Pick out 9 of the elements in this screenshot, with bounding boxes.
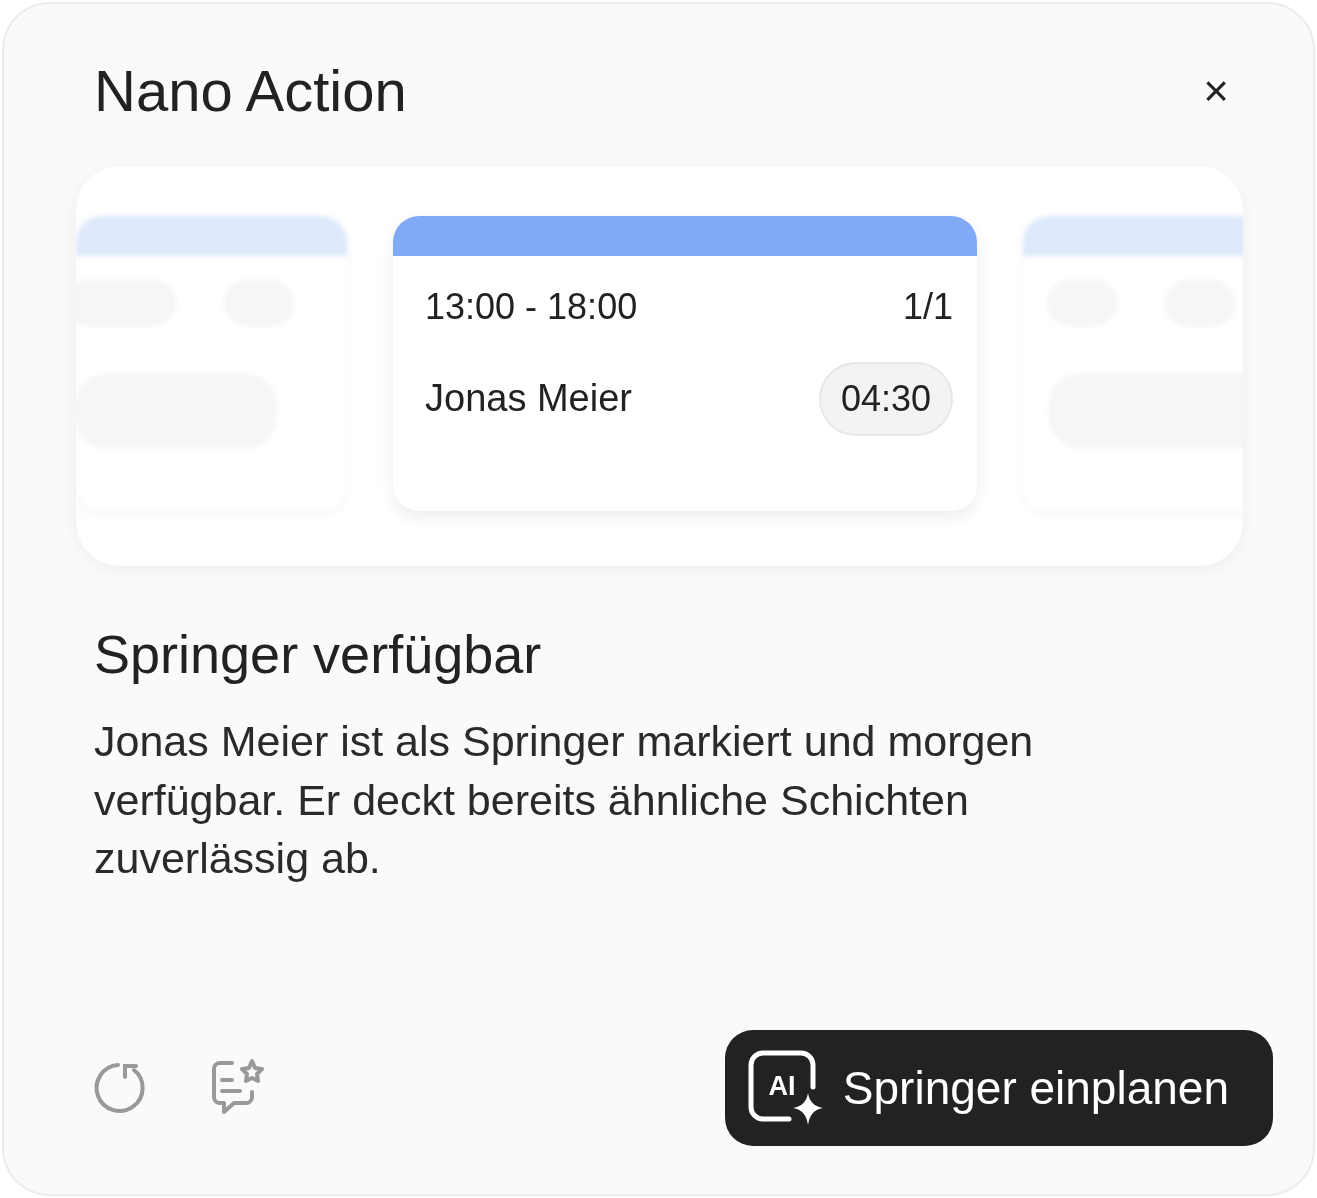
shift-time: 13:00 - 18:00: [425, 284, 638, 329]
shift-count: 1/1: [902, 284, 953, 329]
schedule-button[interactable]: AI Springer einplanen: [724, 1030, 1273, 1146]
description-text: Jonas Meier ist als Springer markiert und morgen verfügbar. Er deckt bereits ähnliche Schichten zuverlässig ab.: [94, 716, 1035, 885]
close-button[interactable]: ×: [1195, 68, 1237, 113]
section-heading: Springer verfügbar: [94, 622, 543, 686]
dialog-title: Nano Action: [94, 57, 407, 125]
duration-badge: 04:30: [818, 361, 953, 436]
employee-name: Jonas Meier: [425, 376, 632, 422]
